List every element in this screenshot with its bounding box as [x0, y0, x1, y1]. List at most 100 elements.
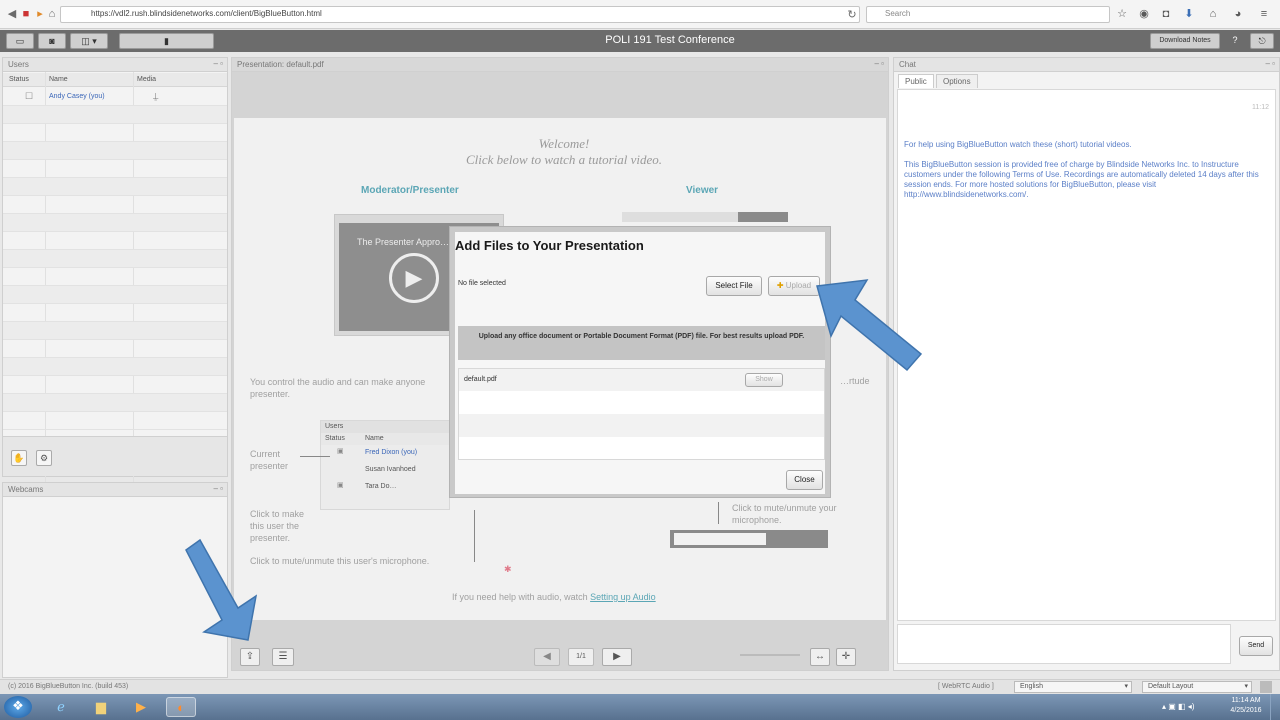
chat-panel: Chat – ▫ Public Options 11:12 For help u… — [893, 57, 1280, 671]
share-screen-button[interactable]: ▭ — [6, 33, 34, 49]
presenter-icon: ▣ — [337, 482, 344, 489]
file-status: No file selected — [458, 280, 506, 287]
audio-help-link[interactable]: Setting up Audio — [590, 592, 656, 602]
list-item — [3, 268, 227, 286]
internet-explorer-icon[interactable]: ℯ — [46, 697, 76, 717]
mini-user-name: Susan Ivanhoed — [365, 466, 416, 473]
play-icon[interactable]: ▶ — [389, 253, 439, 303]
window-controls-icon[interactable]: – ▫ — [1265, 59, 1275, 68]
chat-help-line: For help using BigBlueButton watch these… — [904, 140, 1132, 149]
close-button[interactable]: Close — [786, 470, 823, 490]
chat-message-input[interactable] — [897, 624, 1231, 664]
layout-select[interactable]: Default Layout ▾ — [1142, 681, 1252, 693]
viewer-video-frame — [622, 212, 788, 222]
webcams-panel-header: Webcams – ▫ — [3, 483, 227, 497]
window-controls-icon[interactable]: – ▫ — [874, 59, 884, 68]
media-player-icon[interactable]: ▶ — [126, 697, 156, 717]
back-icon[interactable]: ◀ — [6, 8, 18, 20]
mini-toolbar — [670, 530, 828, 548]
chat-panel-header: Chat – ▫ — [894, 58, 1279, 72]
upload-presentation-icon[interactable]: ⇪ — [240, 648, 260, 666]
language-value: English — [1020, 683, 1043, 690]
star-icon[interactable]: ☆ — [1116, 8, 1128, 20]
browser-toolbar: ◀ ■ ▸ ⌂ https://vdl2.rush.blindsidenetwo… — [0, 0, 1280, 29]
clock-date: 4/25/2016 — [1230, 707, 1262, 714]
laser-pointer-icon: ✱ — [504, 564, 512, 574]
poll-icon[interactable]: ☰ — [272, 648, 294, 666]
upload-button[interactable]: ✚ Upload — [768, 276, 820, 296]
zoom-slider[interactable] — [740, 654, 800, 656]
column-media[interactable]: Media — [137, 76, 156, 83]
firefox-icon[interactable]: ◐ — [166, 697, 196, 717]
mini-name: Name — [365, 435, 384, 442]
clock-time: 11:14 AM — [1231, 697, 1261, 704]
copyright-text: (c) 2016 BigBlueButton Inc. (build 453) — [8, 683, 129, 690]
menu-icon[interactable]: ≡ — [1258, 8, 1270, 20]
start-button-icon[interactable]: ❖ — [4, 696, 32, 718]
url-bar[interactable]: https://vdl2.rush.blindsidenetworks.com/… — [60, 6, 860, 23]
chat-bubble-icon[interactable]: ◕ — [1232, 8, 1244, 20]
file-list: default.pdf Show — [458, 368, 825, 460]
download-icon[interactable]: ⬇ — [1183, 8, 1195, 20]
home-icon[interactable]: ⌂ — [1207, 8, 1219, 20]
click-mute-right-label: Click to mute/unmute your microphone. — [732, 503, 837, 525]
tab-options[interactable]: Options — [936, 74, 978, 88]
show-desktop-button[interactable] — [1270, 694, 1280, 720]
list-item — [3, 214, 227, 232]
send-button[interactable]: Send — [1239, 636, 1273, 656]
webcam-button[interactable]: ◙ — [38, 33, 66, 49]
mini-users-diagram: Users Status Name ▣ Fred Dixon (you) Sus… — [320, 420, 450, 510]
show-file-button[interactable]: Show — [745, 373, 783, 387]
window-controls-icon[interactable]: – ▫ — [213, 484, 223, 493]
presenter-icon: ▣ — [337, 448, 344, 455]
table-row[interactable]: default.pdf Show — [459, 369, 824, 391]
reload-icon[interactable]: ↻ — [846, 9, 858, 21]
window-controls-icon[interactable]: – ▫ — [213, 59, 223, 68]
users-panel-header: Users – ▫ — [3, 58, 227, 72]
fit-page-icon[interactable]: ✛ — [836, 648, 856, 666]
fit-width-icon[interactable]: ↔ — [810, 648, 830, 666]
control-text: You control the audio and can make anyon… — [250, 377, 426, 399]
settings-gear-icon[interactable]: ⚙ — [36, 450, 52, 466]
previous-slide-icon[interactable]: ◀ — [534, 648, 560, 666]
stop-icon[interactable]: ■ — [20, 8, 32, 20]
volume-slider[interactable]: ▮ — [119, 33, 214, 49]
upload-dialog: Add Files to Your Presentation No file s… — [449, 226, 831, 498]
list-item — [3, 178, 227, 196]
file-explorer-icon[interactable]: ▆ — [86, 697, 116, 717]
table-row[interactable]: ☐ Andy Casey (you) ⍊ — [3, 88, 227, 106]
scroll-corner — [1260, 681, 1272, 693]
help-button[interactable]: ? — [1226, 33, 1244, 49]
video-caption: The Presenter Appro… — [357, 237, 450, 247]
pointer-line — [300, 456, 330, 457]
message-time: 11:12 — [1252, 104, 1269, 111]
home-icon[interactable]: ⌂ — [46, 8, 58, 20]
list-item — [3, 412, 227, 430]
upload-label: Upload — [785, 281, 812, 290]
search-input[interactable]: Search — [866, 6, 1110, 23]
audio-settings-button[interactable]: ◫ ▾ — [70, 33, 108, 49]
select-file-button[interactable]: Select File — [706, 276, 762, 296]
download-notes-button[interactable]: Download Notes — [1150, 33, 1220, 49]
tray-icons[interactable]: ▴ ▣ ◧ ◂) — [1162, 702, 1194, 711]
raise-hand-icon[interactable]: ✋ — [11, 450, 27, 466]
users-footer: ✋ ⚙ — [3, 436, 227, 476]
upload-icon: ✚ — [776, 281, 784, 290]
pocket-icon[interactable]: ◘ — [1160, 8, 1172, 20]
file-name: default.pdf — [464, 376, 497, 383]
mini-users-title: Users — [321, 421, 449, 433]
next-slide-icon[interactable]: ▶ — [602, 648, 632, 666]
column-name[interactable]: Name — [49, 76, 68, 83]
tab-public[interactable]: Public — [898, 74, 934, 88]
logout-button[interactable]: ⎋ — [1250, 33, 1274, 49]
microphone-icon[interactable]: ⍊ — [153, 91, 158, 102]
slide-selector-button[interactable]: 1/1 — [568, 648, 594, 666]
language-select[interactable]: English ▾ — [1014, 681, 1132, 693]
column-status[interactable]: Status — [9, 76, 29, 83]
camera-icon[interactable]: ◉ — [1138, 8, 1150, 20]
app-status-bar: (c) 2016 BigBlueButton Inc. (build 453) … — [0, 679, 1280, 694]
list-item — [3, 124, 227, 142]
dialog-title: Add Files to Your Presentation — [455, 238, 644, 253]
mini-volume — [674, 533, 766, 545]
forward-icon[interactable]: ▸ — [34, 8, 46, 20]
